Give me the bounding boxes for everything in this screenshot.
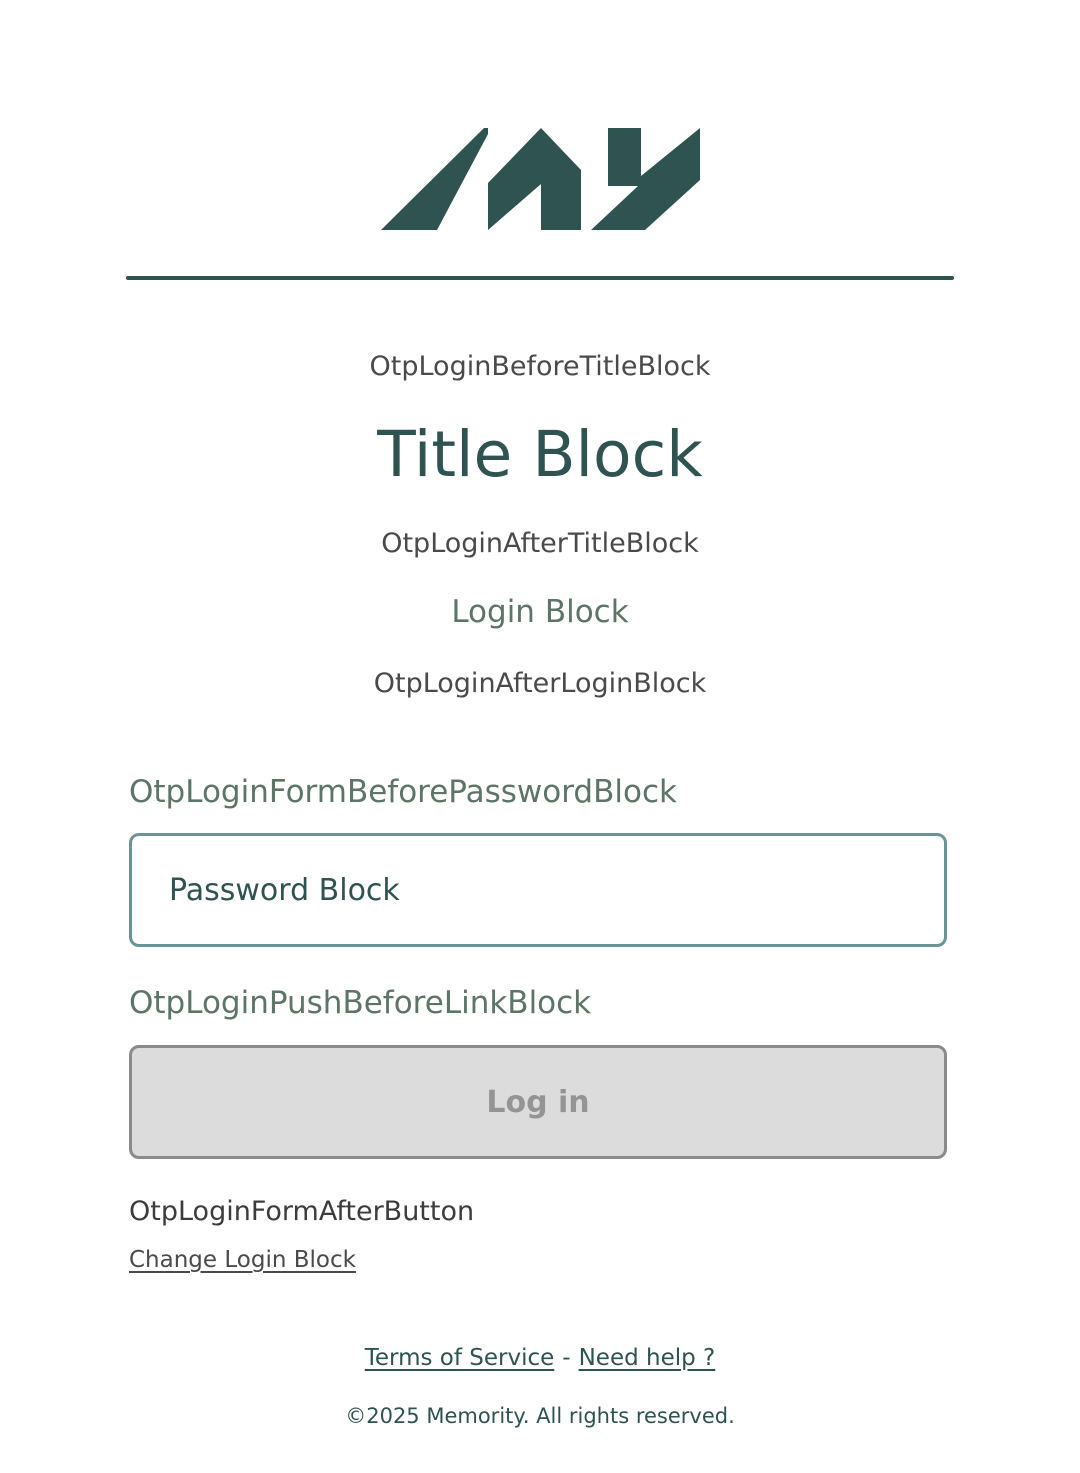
login-button-label: Log in [486, 1084, 590, 1120]
after-title-block: OtpLoginAfterTitleBlock [381, 528, 699, 559]
need-help-link[interactable]: Need help ? [579, 1345, 716, 1371]
copyright-text: ©2025 Memority. All rights reserved. [345, 1404, 735, 1428]
before-password-label: OtpLoginFormBeforePasswordBlock [129, 774, 677, 810]
login-button[interactable]: Log in [129, 1045, 947, 1159]
change-login-link[interactable]: Change Login Block [129, 1247, 356, 1273]
header-divider [126, 276, 954, 280]
memority-logo [381, 128, 700, 230]
after-login-block: OtpLoginAfterLoginBlock [373, 668, 707, 699]
footer-separator: - [562, 1345, 571, 1371]
terms-of-service-link[interactable]: Terms of Service [365, 1345, 555, 1371]
password-field[interactable]: Password Block [129, 833, 947, 947]
password-field-value: Password Block [169, 872, 400, 908]
login-block: Login Block [451, 594, 629, 630]
before-title-block: OtpLoginBeforeTitleBlock [369, 351, 711, 382]
footer-links: Terms of Service - Need help ? [0, 1345, 1080, 1371]
push-before-link-label: OtpLoginPushBeforeLinkBlock [129, 985, 592, 1021]
page-title: Title Block [377, 418, 703, 491]
after-button-block: OtpLoginFormAfterButton [129, 1196, 475, 1227]
